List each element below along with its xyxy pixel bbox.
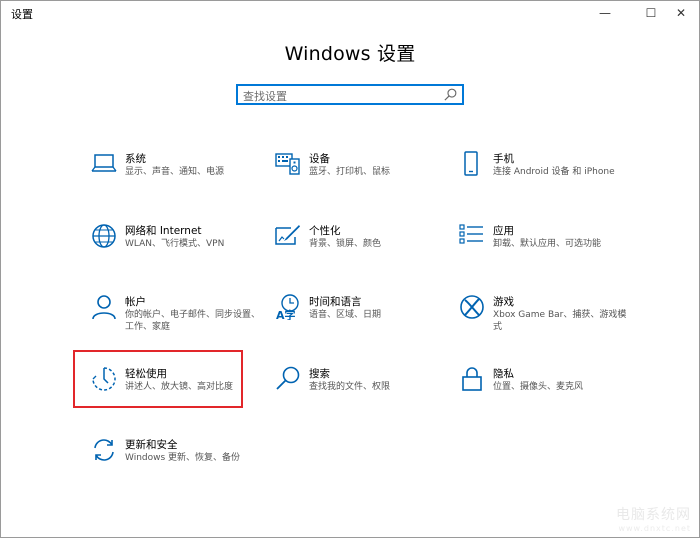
person-icon (92, 295, 116, 320)
tile-name: 手机 (493, 153, 514, 165)
tile-network[interactable]: 网络和 Internet WLAN、飞行模式、VPN (91, 223, 261, 273)
tile-description: 你的帐户、电子邮件、同步设置、工作、家庭 (125, 310, 261, 332)
tile-accounts[interactable]: 帐户 你的帐户、电子邮件、同步设置、工作、家庭 (91, 294, 261, 344)
highlight-box (73, 350, 243, 408)
tile-devices[interactable]: 设备 蓝牙、打印机、鼠标 (275, 151, 445, 201)
close-icon: ✕ (675, 6, 687, 20)
globe-icon (92, 224, 116, 248)
tile-description: WLAN、飞行模式、VPN (125, 239, 225, 249)
tile-name: 更新和安全 (125, 439, 178, 451)
tile-time-language[interactable]: A字 时间和语言 语音、区域、日期 (275, 294, 445, 344)
tile-description: 查找我的文件、权限 (309, 382, 391, 392)
phone-icon (464, 151, 478, 176)
tile-update-security[interactable]: 更新和安全 Windows 更新、恢复、备份 (91, 437, 261, 487)
tile-name: 时间和语言 (309, 296, 362, 308)
tile-personalization[interactable]: 个性化 背景、锁屏、颜色 (275, 223, 445, 273)
minimize-icon: — (599, 6, 611, 20)
time-language-icon: A字 (276, 294, 299, 320)
tile-name: 游戏 (493, 296, 514, 308)
tile-description: 蓝牙、打印机、鼠标 (309, 167, 391, 177)
page-title: Windows 设置 (284, 43, 416, 65)
watermark: 电脑系统网 www.dnxtc.net (616, 504, 691, 533)
tile-description: 位置、摄像头、麦克风 (493, 382, 584, 392)
search-icon (444, 88, 457, 101)
settings-window: 设置 — ☐ ✕ Windows 设置 查找设置 系统 显示、声音、通知、电源 (0, 0, 700, 538)
tile-name: 网络和 Internet (125, 225, 202, 237)
tile-name: 系统 (125, 153, 146, 165)
maximize-icon: ☐ (645, 6, 657, 20)
tile-search[interactable]: 搜索 查找我的文件、权限 (275, 366, 445, 416)
tile-name: 搜索 (309, 368, 330, 380)
tile-description: 卸载、默认应用、可选功能 (493, 239, 602, 249)
tile-description: 连接 Android 设备 和 iPhone (493, 167, 615, 177)
tile-apps[interactable]: 应用 卸载、默认应用、可选功能 (459, 223, 629, 273)
apps-icon (459, 224, 483, 244)
tile-description: Windows 更新、恢复、备份 (125, 453, 241, 463)
devices-icon (275, 153, 300, 175)
watermark-url: www.dnxtc.net (618, 524, 691, 533)
watermark-text: 电脑系统网 (616, 507, 691, 523)
tile-description: 背景、锁屏、颜色 (309, 239, 382, 249)
lock-icon (462, 367, 482, 391)
tile-name: 设备 (309, 153, 330, 165)
tile-phone[interactable]: 手机 连接 Android 设备 和 iPhone (459, 151, 629, 201)
window-title: 设置 (11, 8, 33, 21)
tile-system[interactable]: 系统 显示、声音、通知、电源 (91, 151, 261, 201)
tile-gaming[interactable]: 游戏 Xbox Game Bar、捕获、游戏模式 (459, 294, 629, 344)
minimize-button[interactable]: — (587, 1, 623, 25)
search-input[interactable]: 查找设置 (236, 84, 464, 105)
svg-text:A字: A字 (276, 308, 296, 320)
tile-privacy[interactable]: 隐私 位置、摄像头、麦克风 (459, 366, 629, 416)
tile-description: 显示、声音、通知、电源 (125, 167, 225, 177)
update-icon (94, 439, 114, 461)
tile-description: 语音、区域、日期 (309, 310, 382, 320)
search-icon (276, 366, 300, 390)
title-bar[interactable]: 设置 — ☐ ✕ (1, 1, 699, 25)
laptop-icon (91, 154, 117, 172)
xbox-icon (460, 295, 484, 319)
tile-description: Xbox Game Bar、捕获、游戏模式 (493, 310, 627, 332)
personalize-icon (275, 225, 300, 245)
tile-name: 应用 (493, 225, 514, 237)
search-placeholder: 查找设置 (243, 90, 287, 103)
tile-name: 个性化 (309, 225, 341, 237)
tile-name: 隐私 (493, 368, 514, 380)
close-button[interactable]: ✕ (663, 1, 699, 25)
tile-name: 帐户 (125, 296, 146, 308)
